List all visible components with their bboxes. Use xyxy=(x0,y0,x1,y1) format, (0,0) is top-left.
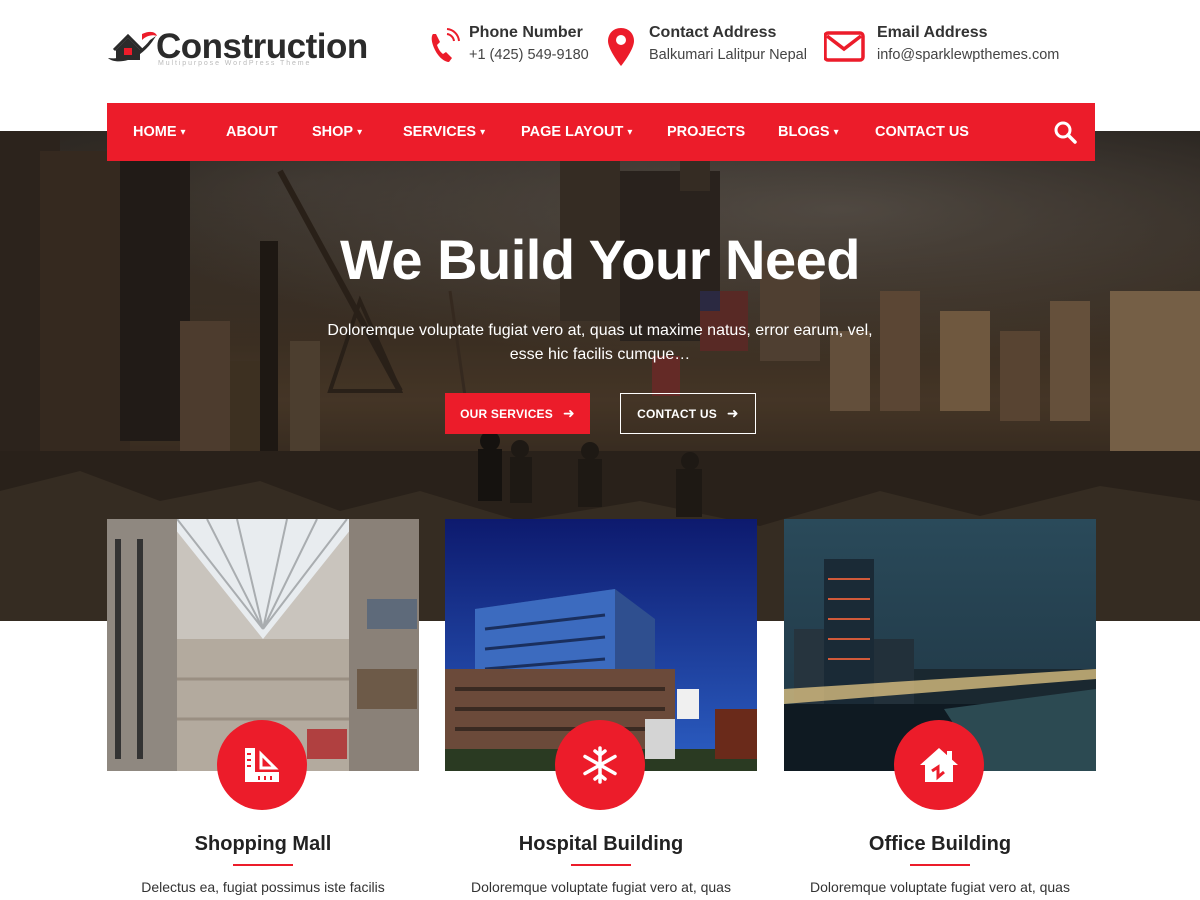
envelope-icon xyxy=(824,31,865,62)
address-info: Contact Address Balkumari Lalitpur Nepal xyxy=(607,24,817,70)
nav-item-label: SHOP xyxy=(312,124,354,140)
chevron-down-icon: ▾ xyxy=(627,127,633,138)
phone-info: Phone Number +1 (425) 549-9180 xyxy=(427,24,597,70)
address-title: Contact Address xyxy=(649,24,777,41)
site-logo[interactable]: Construction Multipurpose WordPress Them… xyxy=(106,24,368,74)
snowflake-icon xyxy=(555,720,645,810)
house-icon xyxy=(894,720,984,810)
chevron-down-icon: ▾ xyxy=(357,127,363,138)
phone-title: Phone Number xyxy=(469,24,583,41)
location-pin-icon xyxy=(608,28,634,66)
nav-item-label: BLOGS xyxy=(778,124,830,140)
nav-item-label: PROJECTS xyxy=(667,124,746,140)
hero-text: Doloremque voluptate fugiat vero at, qua… xyxy=(327,322,873,363)
hero-title: We Build Your Need xyxy=(340,228,860,291)
brand-tagline: Multipurpose WordPress Theme xyxy=(158,60,312,67)
title-divider xyxy=(233,864,293,866)
service-description: Doloremque voluptate fugiat vero at, qua… xyxy=(810,879,1070,895)
email-info: Email Address info@sparklewpthemes.com xyxy=(824,24,1074,70)
main-navigation: HOME ▾ ABOUT SHOP ▾ SERVICES ▾ PAGE LAYOUT ▾… xyxy=(107,103,1095,161)
our-services-label: OUR SERVICES xyxy=(460,406,553,421)
arrow-right-icon: ➜ xyxy=(562,405,575,421)
nav-item-label: SERVICES xyxy=(403,124,477,140)
contact-us-label: CONTACT US xyxy=(637,406,717,421)
chevron-down-icon: ▾ xyxy=(833,127,839,138)
nav-item-contact-us[interactable]: CONTACT US xyxy=(875,103,969,161)
nav-item-label: HOME xyxy=(133,124,177,140)
nav-item-shop[interactable]: SHOP ▾ xyxy=(312,103,362,161)
title-divider xyxy=(571,864,631,866)
nav-item-label: ABOUT xyxy=(226,124,278,140)
service-title[interactable]: Hospital Building xyxy=(445,833,757,856)
nav-item-home[interactable]: HOME ▾ xyxy=(133,103,186,161)
nav-item-projects[interactable]: PROJECTS xyxy=(667,103,745,161)
service-description: Delectus ea, fugiat possimus iste facili… xyxy=(141,879,385,895)
chevron-down-icon: ▾ xyxy=(180,127,186,138)
nav-item-about[interactable]: ABOUT xyxy=(226,103,278,161)
phone-icon xyxy=(431,28,460,62)
nav-item-label: CONTACT US xyxy=(875,124,969,140)
house-logo-icon xyxy=(108,31,157,62)
site-header: Construction Multipurpose WordPress Them… xyxy=(0,0,1200,103)
nav-item-label: PAGE LAYOUT xyxy=(521,124,624,140)
contact-us-button[interactable]: CONTACT US ➜ xyxy=(620,393,756,434)
arrow-right-icon: ➜ xyxy=(726,405,739,421)
email-title: Email Address xyxy=(877,24,988,41)
phone-value[interactable]: +1 (425) 549-9180 xyxy=(469,47,589,63)
address-value: Balkumari Lalitpur Nepal xyxy=(649,47,807,63)
nav-item-blogs[interactable]: BLOGS ▾ xyxy=(778,103,839,161)
email-value[interactable]: info@sparklewpthemes.com xyxy=(877,47,1059,63)
nav-item-page-layout[interactable]: PAGE LAYOUT ▾ xyxy=(521,103,632,161)
service-title[interactable]: Office Building xyxy=(784,833,1096,856)
nav-item-services[interactable]: SERVICES ▾ xyxy=(403,103,485,161)
chevron-down-icon: ▾ xyxy=(480,127,486,138)
service-description: Doloremque voluptate fugiat vero at, qua… xyxy=(471,879,731,895)
our-services-button[interactable]: OUR SERVICES ➜ xyxy=(445,393,590,434)
title-divider xyxy=(910,864,970,866)
search-icon[interactable] xyxy=(1053,120,1077,144)
service-title[interactable]: Shopping Mall xyxy=(107,833,419,856)
ruler-square-icon xyxy=(217,720,307,810)
